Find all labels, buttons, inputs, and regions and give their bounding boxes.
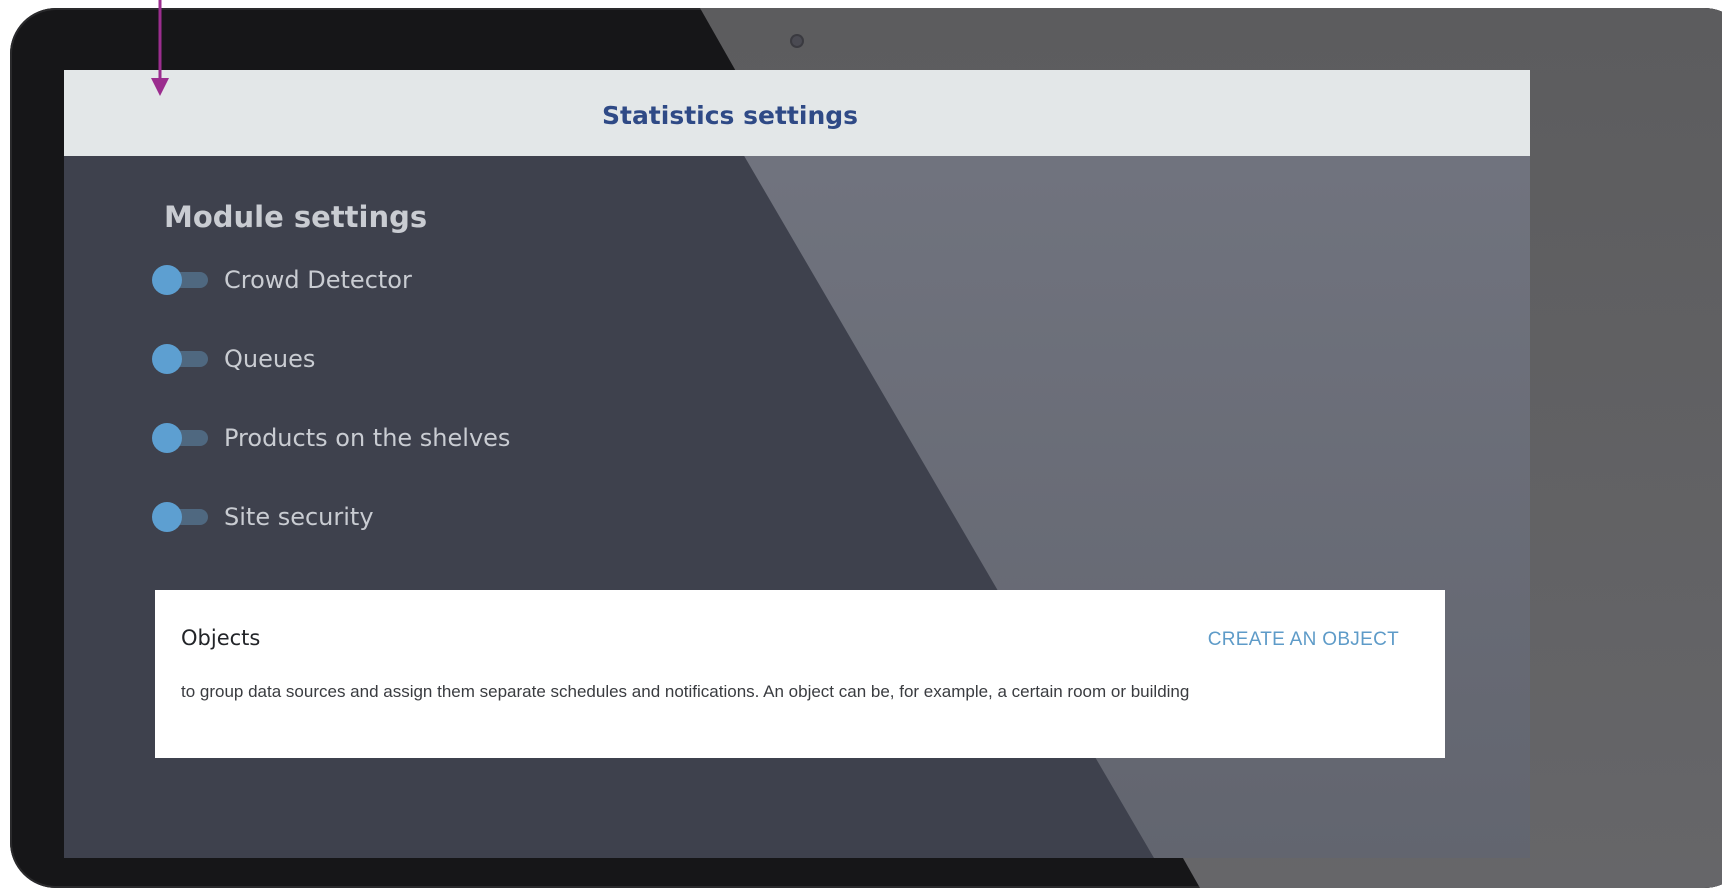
toggle-label: Crowd Detector xyxy=(224,266,412,294)
screen: Statistics settings Module settings Crow… xyxy=(64,70,1530,858)
toggle-knob xyxy=(152,344,182,374)
products-on-shelves-toggle[interactable] xyxy=(152,420,208,456)
toggle-knob xyxy=(152,423,182,453)
toggle-label: Queues xyxy=(224,345,316,373)
module-toggle-row: Crowd Detector xyxy=(152,262,412,298)
page-header: Statistics settings xyxy=(64,70,1530,156)
site-security-toggle[interactable] xyxy=(152,499,208,535)
module-toggle-row: Site security xyxy=(152,499,374,535)
toggle-knob xyxy=(152,265,182,295)
module-toggle-row: Products on the shelves xyxy=(152,420,510,456)
queues-toggle[interactable] xyxy=(152,341,208,377)
objects-description: to group data sources and assign them se… xyxy=(181,682,1190,701)
toggle-label: Site security xyxy=(224,503,374,531)
module-settings-title: Module settings xyxy=(164,200,428,234)
objects-title: Objects xyxy=(181,626,261,650)
module-toggle-row: Queues xyxy=(152,341,315,377)
create-object-link[interactable]: CREATE AN OBJECT xyxy=(1208,629,1399,651)
toggle-knob xyxy=(152,502,182,532)
page-title: Statistics settings xyxy=(601,100,859,130)
arrow-down-icon xyxy=(151,0,169,96)
crowd-detector-toggle[interactable] xyxy=(152,262,208,298)
camera-icon xyxy=(792,36,802,46)
objects-card: Objects CREATE AN OBJECT to group data s… xyxy=(155,590,1445,758)
toggle-label: Products on the shelves xyxy=(224,424,511,452)
